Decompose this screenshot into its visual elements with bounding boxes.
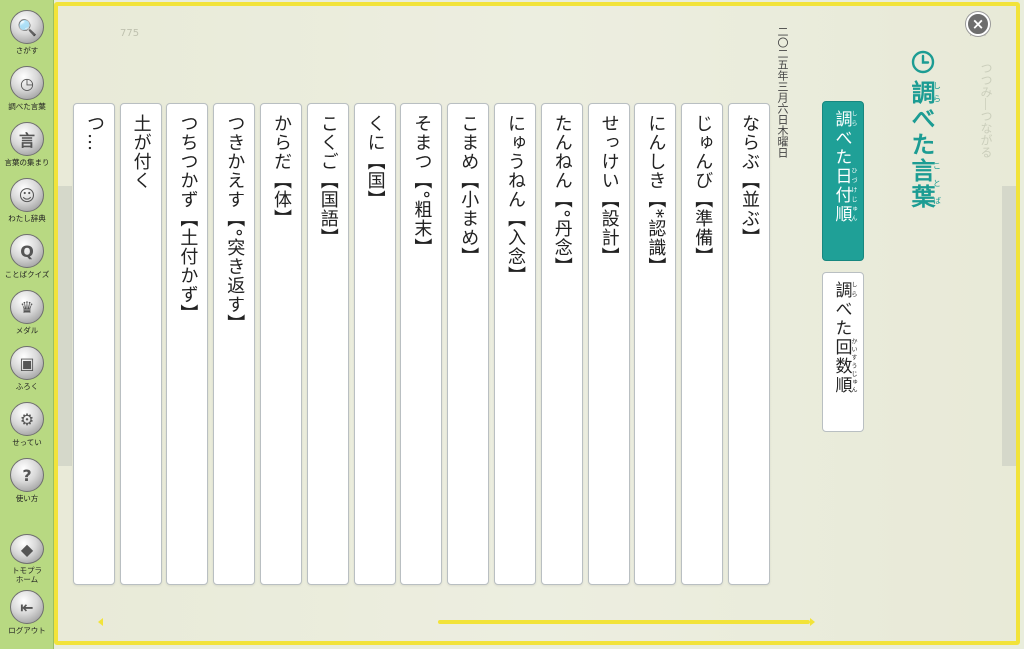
history-word-list: ならぶ【並ぶ】 じゅんび【準備】 にんしき【*認識】 せっけい【設計】 たんねん【°丹念…: [72, 103, 770, 585]
history-word-text: じゅんび【準備】: [692, 114, 714, 266]
word-group-icon-glyph: 言: [18, 131, 35, 150]
sidebar-item-medal[interactable]: ♛ メダル: [2, 290, 52, 340]
appendix-icon-glyph: ▣: [19, 353, 35, 373]
history-word-text: せっけい【設計】: [598, 114, 620, 266]
history-word-card[interactable]: くに【国】: [353, 103, 396, 585]
clock-icon-glyph: ◷: [20, 73, 34, 93]
clock-icon: [911, 50, 934, 74]
history-word-text: つちつかず【土付かず】: [177, 114, 199, 323]
medal-icon: ♛: [10, 290, 44, 324]
sidebar-item-word-group[interactable]: 言言葉の集まり: [2, 122, 52, 172]
sort-by-date-button[interactable]: 調しらべた日付順ひづけじゅん: [822, 101, 864, 261]
sidebar-item-quiz[interactable]: Q ことばクイズ: [2, 234, 52, 284]
history-word-card[interactable]: つきかえす【°突き返す】: [213, 103, 256, 585]
history-word-card[interactable]: そまつ【°粗末】: [400, 103, 443, 585]
history-word-card[interactable]: せっけい【設計】: [587, 103, 630, 585]
search-icon-glyph: 🔍: [17, 17, 37, 37]
history-word-text: たんねん【°丹念】: [551, 114, 573, 276]
sidebar-item-my-dictionary[interactable]: ☺ わたし辞典: [2, 178, 52, 228]
sidebar-item-label: さがす: [15, 46, 39, 55]
history-word-text: そまつ【°粗末】: [411, 114, 433, 257]
help-icon-glyph: ?: [22, 465, 32, 485]
history-word-text: くに【国】: [364, 114, 386, 209]
history-word-card[interactable]: 土が付く: [119, 103, 162, 585]
quiz-icon-glyph: Q: [20, 241, 34, 261]
page-title: 調しらべた言葉ことば: [907, 80, 942, 210]
sidebar-item-label: ふろく: [15, 382, 39, 391]
my-dictionary-icon-glyph: ☺: [18, 185, 36, 205]
horizontal-scrollbar[interactable]: [98, 618, 818, 626]
history-word-card[interactable]: じゅんび【準備】: [681, 103, 724, 585]
sidebar-item-label: トモプラ ホーム: [12, 566, 42, 584]
sort-by-count-button[interactable]: 調しらべた回数順かいすうじゅん: [822, 272, 864, 432]
sidebar: 🔍 さがす ◷ 調べた言葉言言葉の集まり ☺ わたし辞典 Q ことばクイズ ♛ メダル ▣ ふろく ⚙ せ…: [0, 0, 54, 649]
sidebar-item-label: ログアウト: [8, 626, 46, 635]
search-icon: 🔍: [10, 10, 44, 44]
history-word-card[interactable]: たんねん【°丹念】: [540, 103, 583, 585]
home-icon: ◆: [10, 534, 44, 564]
history-word-card[interactable]: にゅうねん【入念】: [494, 103, 536, 585]
history-word-card[interactable]: にんしき【*認識】: [634, 103, 677, 585]
dictionary-book: 775 774 つつみ―つながる ならぶ【並ぶ】じゅんび【準備】にんしき【*認識…: [54, 2, 1020, 645]
history-word-card[interactable]: からだ【体】: [260, 103, 302, 585]
scroll-right-icon[interactable]: [810, 618, 815, 626]
sidebar-item-label: メダル: [15, 326, 39, 335]
sidebar-item-appendix[interactable]: ▣ ふろく: [2, 346, 52, 396]
history-word-card[interactable]: こくご【国語】: [306, 103, 349, 585]
history-word-text: からだ【体】: [271, 114, 292, 228]
word-group-icon: 言: [10, 122, 44, 156]
sidebar-item-clock[interactable]: ◷ 調べた言葉: [2, 66, 52, 116]
history-word-text: つきかえす【°突き返す】: [224, 114, 246, 333]
history-word-text: つ…: [83, 114, 105, 152]
help-icon: ?: [10, 458, 44, 492]
sort-by-date-label: 調しらべた日付順ひづけじゅん: [831, 110, 858, 224]
sort-by-count-label: 調しらべた回数順かいすうじゅん: [831, 281, 858, 395]
history-word-text: にんしき【*認識】: [645, 114, 667, 276]
sidebar-item-label: わたし辞典: [8, 214, 46, 223]
close-icon: ×: [971, 14, 985, 33]
history-word-text: にゅうねん【入念】: [505, 114, 526, 285]
my-dictionary-icon: ☺: [10, 178, 44, 212]
medal-icon-glyph: ♛: [19, 297, 35, 317]
history-word-text: こくご【国語】: [317, 114, 339, 247]
sidebar-item-label: 調べた言葉: [8, 102, 46, 111]
quiz-icon: Q: [10, 234, 44, 268]
sidebar-item-help[interactable]: ? 使い方: [2, 458, 52, 508]
gear-icon: ⚙: [10, 402, 44, 436]
scroll-left-icon[interactable]: [98, 618, 103, 626]
home-icon-glyph: ◆: [20, 539, 34, 559]
close-button[interactable]: ×: [966, 12, 990, 36]
history-word-card[interactable]: ならぶ【並ぶ】: [728, 103, 770, 585]
sidebar-item-gear[interactable]: ⚙ せってい: [2, 402, 52, 452]
appendix-icon: ▣: [10, 346, 44, 380]
sidebar-item-label: 言葉の集まり: [4, 158, 50, 167]
history-title: 調しらべた言葉ことば: [904, 50, 942, 210]
history-word-card[interactable]: こまめ【小まめ】: [447, 103, 490, 585]
history-word-text: ならぶ【並ぶ】: [739, 114, 760, 247]
sidebar-item-label: 使い方: [15, 494, 39, 503]
logout-icon: ⇤: [10, 590, 44, 624]
clock-icon: ◷: [10, 66, 44, 100]
gear-icon-glyph: ⚙: [19, 409, 35, 429]
history-word-card[interactable]: つ…: [72, 103, 115, 585]
sidebar-item-home[interactable]: ◆ トモプラ ホーム: [2, 534, 52, 584]
history-word-text: こまめ【小まめ】: [458, 114, 480, 266]
logout-icon-glyph: ⇤: [20, 597, 34, 617]
scroll-thumb[interactable]: [438, 620, 810, 624]
date-label: 二〇二五年三月六日木曜日: [776, 26, 789, 158]
sidebar-item-label: せってい: [12, 438, 42, 447]
sidebar-item-label: ことばクイズ: [4, 270, 50, 279]
sidebar-item-search[interactable]: 🔍 さがす: [2, 10, 52, 60]
sidebar-item-logout[interactable]: ⇤ ログアウト: [2, 590, 52, 640]
history-word-text: 土が付く: [130, 114, 152, 190]
history-word-card[interactable]: つちつかず【土付かず】: [166, 103, 209, 585]
